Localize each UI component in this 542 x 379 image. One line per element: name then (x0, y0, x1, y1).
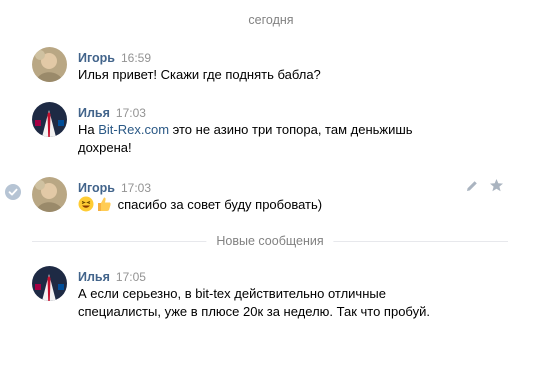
message-text: Илья привет! Скажи где поднять бабла? (78, 67, 321, 82)
new-messages-label: Новые сообщения (206, 234, 334, 248)
avatar-ilya[interactable] (32, 102, 67, 137)
new-messages-separator: Новые сообщения (32, 234, 508, 248)
avatar-ilya[interactable] (32, 266, 67, 301)
message-text: А если серьезно, в bit-tex действительно… (78, 285, 478, 321)
date-separator: сегодня (248, 13, 294, 27)
message-time[interactable]: 16:59 (121, 51, 151, 65)
message-author[interactable]: Илья (78, 106, 110, 120)
message-text-prefix: На (78, 122, 99, 137)
message-link[interactable]: Bit-Rex.com (98, 122, 169, 137)
avatar-igor[interactable] (32, 47, 67, 82)
message-item[interactable]: Илья 17:05 А если серьезно, в bit-tex дей… (0, 266, 542, 336)
message-time[interactable]: 17:05 (116, 270, 146, 284)
laughing-emoji-icon (78, 196, 94, 212)
message-text-line2: специалисты, уже в плюсе 20к за неделю. … (78, 304, 430, 319)
message-text-line1: А если серьезно, в bit-tex действительно… (78, 286, 386, 301)
message-text-body: спасибо за совет буду пробовать) (114, 197, 323, 212)
message-author[interactable]: Игорь (78, 181, 115, 195)
message-time[interactable]: 17:03 (116, 106, 146, 120)
message-text-line2: дохрена! (78, 140, 132, 155)
thumbs-up-emoji-icon (96, 196, 112, 212)
avatar-igor[interactable] (32, 177, 67, 212)
selected-check-icon[interactable] (5, 184, 21, 200)
message-text: спасибо за совет буду пробовать) (78, 196, 478, 214)
message-text: На Bit-Rex.com это не азино три топора, … (78, 121, 478, 157)
message-author[interactable]: Игорь (78, 51, 115, 65)
message-item[interactable]: Илья 17:03 На Bit-Rex.com это не азино тр… (0, 102, 542, 172)
message-author[interactable]: Илья (78, 270, 110, 284)
message-text-rest: это не азино три топора, там деньжишь (169, 122, 413, 137)
edit-pencil-icon[interactable] (465, 179, 479, 193)
star-icon[interactable] (489, 178, 504, 193)
message-time[interactable]: 17:03 (121, 181, 151, 195)
